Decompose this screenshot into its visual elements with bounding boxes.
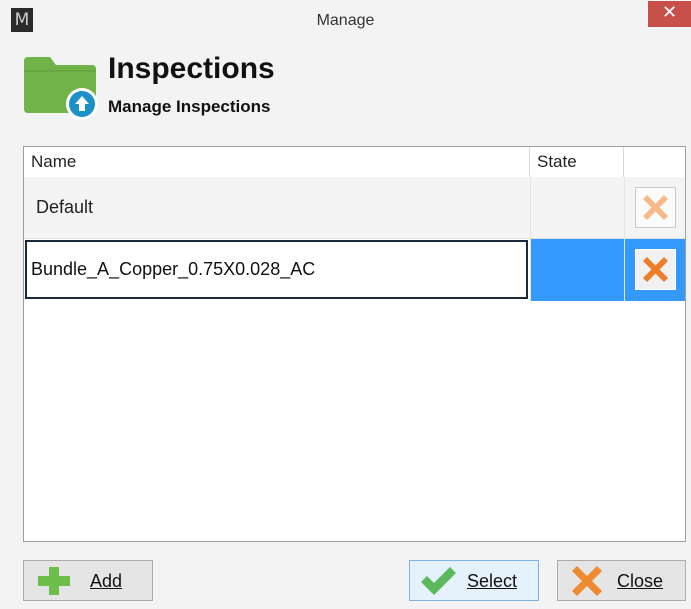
name-edit-input[interactable] <box>25 240 528 299</box>
select-button-label: Select <box>467 571 518 591</box>
table-row[interactable]: Default <box>24 177 685 239</box>
window-title: Manage <box>316 12 375 29</box>
row-name: Default <box>36 197 94 217</box>
name-cell[interactable] <box>24 239 530 301</box>
window-close-button[interactable]: ✕ <box>648 1 691 27</box>
state-cell <box>530 177 624 238</box>
column-header-name[interactable]: Name <box>24 147 530 177</box>
checkmark-icon <box>421 567 456 595</box>
close-button[interactable]: Close <box>557 560 686 601</box>
delete-x-icon <box>643 195 668 220</box>
name-cell[interactable]: Default <box>24 177 530 238</box>
plus-icon <box>38 567 70 595</box>
column-header-delete <box>624 147 685 177</box>
page-subtitle: Manage Inspections <box>108 97 271 116</box>
folder-upload-icon <box>22 53 102 123</box>
column-header-state[interactable]: State <box>530 147 624 177</box>
select-button[interactable]: Select <box>409 560 539 601</box>
delete-x-icon <box>643 257 668 282</box>
title-bar[interactable]: M Manage ✕ <box>0 0 691 44</box>
inspections-table: Name State Default <box>23 146 686 542</box>
delete-row-button[interactable] <box>635 187 676 228</box>
delete-cell <box>624 239 685 301</box>
add-button[interactable]: Add <box>23 560 153 601</box>
page-title: Inspections <box>108 52 275 85</box>
delete-cell <box>624 177 685 238</box>
table-row-selected[interactable] <box>24 239 685 301</box>
state-cell <box>530 239 624 301</box>
delete-row-button[interactable] <box>635 249 676 290</box>
manage-window: M Manage ✕ Inspections Manage Inspection… <box>0 0 691 609</box>
close-button-label: Close <box>617 571 664 591</box>
table-header: Name State <box>24 147 685 178</box>
x-icon <box>572 566 602 596</box>
add-button-label: Add <box>90 571 123 591</box>
